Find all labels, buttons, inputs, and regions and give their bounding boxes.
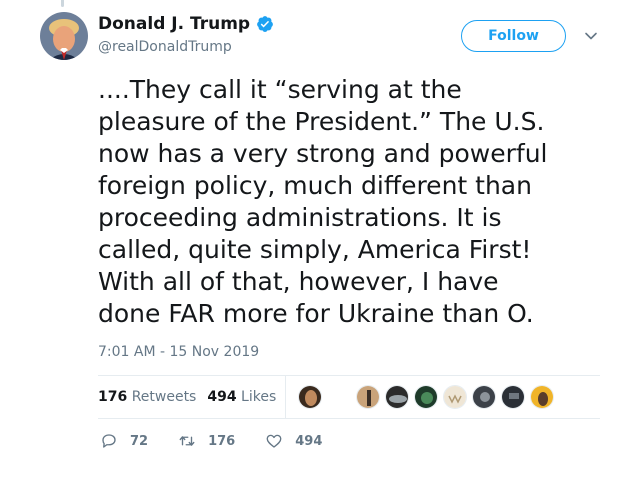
tweet-stats: 176 Retweets 494 Likes (98, 376, 287, 418)
reply-button[interactable]: 72 (100, 432, 148, 450)
author-info: Donald J. Trump @realDonaldTrump (98, 13, 274, 55)
verified-badge-icon (257, 16, 273, 32)
liker-avatar[interactable] (501, 385, 525, 409)
retweets-label: Retweets (131, 389, 197, 405)
tweet-timestamp[interactable]: 7:01 AM - 15 Nov 2019 (98, 344, 259, 360)
stats-divider (285, 376, 286, 418)
author-name[interactable]: Donald J. Trump (98, 14, 250, 34)
tweet-text: ....They call it “serving at the pleasur… (98, 75, 548, 328)
reply-icon (102, 434, 116, 448)
liker-avatar[interactable] (298, 385, 322, 409)
liker-avatar[interactable] (472, 385, 496, 409)
thread-connector-line (61, 0, 64, 7)
liker-avatar[interactable] (443, 385, 467, 409)
divider (98, 418, 600, 419)
likes-stat[interactable]: 494 Likes (207, 389, 276, 405)
author-handle[interactable]: @realDonaldTrump (98, 39, 274, 55)
retweets-count: 176 (98, 389, 128, 405)
likes-label: Likes (241, 389, 277, 405)
like-count: 494 (295, 433, 323, 449)
retweet-count: 176 (208, 433, 236, 449)
liker-avatar[interactable] (414, 385, 438, 409)
liker-avatar[interactable] (356, 385, 380, 409)
like-button[interactable]: 494 (265, 432, 322, 450)
liker-avatar[interactable] (385, 385, 409, 409)
heart-icon (266, 434, 282, 448)
reply-count: 72 (130, 433, 149, 449)
chevron-down-icon[interactable] (584, 29, 598, 43)
retweets-stat[interactable]: 176 Retweets (98, 389, 196, 405)
likes-count: 494 (207, 389, 237, 405)
retweet-button[interactable]: 176 (178, 432, 235, 450)
follow-button[interactable]: Follow (461, 20, 566, 52)
author-avatar[interactable] (40, 12, 88, 60)
retweet-icon (179, 436, 195, 446)
tweet-actions: 72 176 494 (100, 432, 352, 450)
liker-avatar[interactable] (530, 385, 554, 409)
